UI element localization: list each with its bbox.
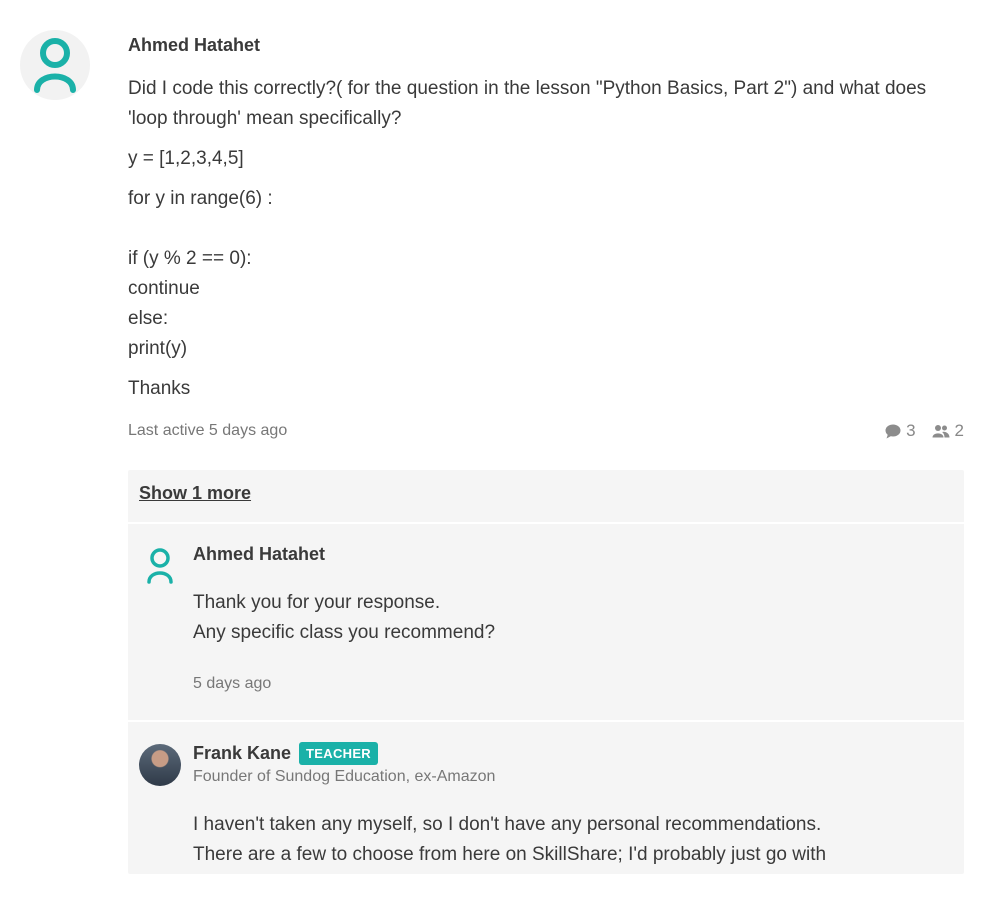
divider xyxy=(128,522,964,524)
post-question: Did I code this correctly?( for the ques… xyxy=(128,78,927,129)
reply-text-line: I haven't taken any myself, so I don't h… xyxy=(193,814,822,835)
reply-body: I haven't taken any myself, so I don't h… xyxy=(193,810,953,870)
code-line: y = [1,2,3,4,5] xyxy=(128,148,244,169)
code-line: continue xyxy=(128,278,200,299)
code-line: for y in range(6) : xyxy=(128,188,273,209)
code-line: else: xyxy=(128,308,169,329)
user-outline-icon xyxy=(34,38,76,93)
reply-timestamp: 5 days ago xyxy=(193,675,272,692)
post-author-name[interactable]: Ahmed Hatahet xyxy=(128,35,260,56)
teacher-name[interactable]: Frank Kane xyxy=(193,743,291,764)
reply-author-avatar[interactable] xyxy=(140,546,180,586)
user-outline-icon xyxy=(147,548,173,584)
replies-panel: Show 1 more Ahmed Hatahet Thank you for … xyxy=(128,470,964,874)
reply-text-line: There are a few to choose from here on S… xyxy=(193,844,827,865)
reply-text-line: Any specific class you recommend? xyxy=(193,622,496,643)
last-active-text: Last active 5 days ago xyxy=(128,422,288,439)
teacher-badge: TEACHER xyxy=(299,742,378,765)
discussion-post: Ahmed Hatahet Did I code this correctly?… xyxy=(0,0,1000,902)
teacher-header: Frank Kane TEACHER xyxy=(193,742,378,765)
code-line: print(y) xyxy=(128,338,188,359)
participant-count: 2 xyxy=(932,421,964,441)
teacher-title: Founder of Sundog Education, ex-Amazon xyxy=(193,768,496,785)
post-closing: Thanks xyxy=(128,378,191,399)
author-avatar[interactable] xyxy=(20,30,90,100)
people-icon xyxy=(932,425,950,438)
show-more-link[interactable]: Show 1 more xyxy=(139,483,251,504)
participant-count-value: 2 xyxy=(954,421,964,440)
reply-body: Thank you for your response. Any specifi… xyxy=(193,588,495,648)
post-meta: Last active 5 days ago 3 2 xyxy=(128,421,964,441)
comment-count-value: 3 xyxy=(906,421,916,440)
divider xyxy=(128,720,964,722)
comment-count: 3 xyxy=(885,421,916,441)
post-body: Did I code this correctly?( for the ques… xyxy=(128,74,948,404)
reply-author-name[interactable]: Ahmed Hatahet xyxy=(193,544,325,565)
speech-bubble-icon xyxy=(885,424,901,438)
post-counts: 3 2 xyxy=(885,421,964,441)
code-line: if (y % 2 == 0): xyxy=(128,248,252,269)
reply-text-line: Thank you for your response. xyxy=(193,592,441,613)
teacher-avatar[interactable] xyxy=(139,744,181,786)
